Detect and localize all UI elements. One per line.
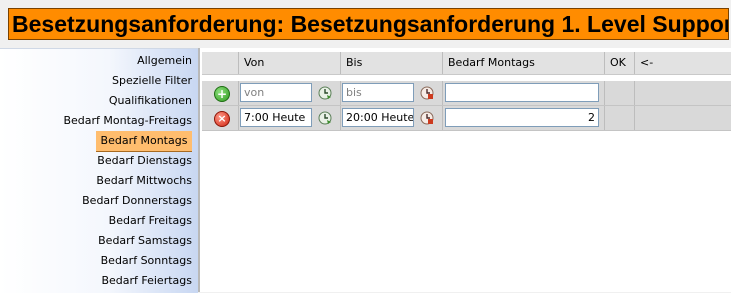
sidebar-item-bedarf-dienstags[interactable]: Bedarf Dienstags bbox=[97, 151, 192, 171]
sidebar-item-spezielle-filter[interactable]: Spezielle Filter bbox=[112, 71, 192, 91]
title-bar: Besetzungsanforderung: Besetzungsanforde… bbox=[0, 0, 731, 48]
von-input[interactable]: von bbox=[240, 83, 312, 102]
add-circle-icon[interactable]: + bbox=[214, 86, 230, 102]
sidebar-item-bedarf-feiertags[interactable]: Bedarf Feiertags bbox=[101, 271, 192, 291]
sidebar-item-allgemein[interactable]: Allgemein bbox=[137, 51, 192, 71]
sidebar-item-bedarf-freitags[interactable]: Bedarf Freitags bbox=[109, 211, 192, 231]
new-entry-row: + von bis bbox=[202, 81, 731, 106]
grid-header: Von Bis Bedarf Montags OK <- bbox=[202, 52, 731, 75]
header-bis[interactable]: Bis bbox=[340, 52, 442, 74]
window-title: Besetzungsanforderung: Besetzungsanforde… bbox=[8, 8, 729, 40]
delete-circle-icon[interactable]: × bbox=[214, 111, 230, 127]
clock-picker-icon[interactable] bbox=[420, 86, 434, 100]
header-back[interactable]: <- bbox=[634, 52, 731, 74]
clock-picker-icon[interactable] bbox=[318, 111, 332, 125]
sidebar-item-bedarf-mittwochs[interactable]: Bedarf Mittwochs bbox=[96, 171, 192, 191]
header-ok[interactable]: OK bbox=[604, 52, 634, 74]
grid-panel: Von Bis Bedarf Montags OK <- + von bis ×… bbox=[200, 48, 731, 292]
sidebar-item-bedarf-montag-freitags[interactable]: Bedarf Montag-Freitags bbox=[63, 111, 192, 131]
bedarf-input[interactable] bbox=[445, 83, 599, 102]
header-bedarf-montags[interactable]: Bedarf Montags bbox=[442, 52, 604, 74]
bis-field[interactable]: 20:00 Heute bbox=[342, 108, 414, 127]
header-icon-column bbox=[202, 52, 238, 74]
bis-input[interactable]: bis bbox=[342, 83, 414, 102]
bedarf-field[interactable]: 2 bbox=[445, 108, 599, 127]
header-von[interactable]: Von bbox=[238, 52, 340, 74]
von-field[interactable]: 7:00 Heute bbox=[240, 108, 312, 127]
table-row: × 7:00 Heute 20:00 Heute 2 bbox=[202, 106, 731, 131]
sidebar-item-bedarf-samstags[interactable]: Bedarf Samstags bbox=[98, 231, 192, 251]
sidebar-item-bedarf-donnerstags[interactable]: Bedarf Donnerstags bbox=[82, 191, 192, 211]
clock-picker-icon[interactable] bbox=[420, 111, 434, 125]
sidebar-item-bedarf-montags[interactable]: Bedarf Montags bbox=[96, 131, 192, 152]
clock-picker-icon[interactable] bbox=[318, 86, 332, 100]
sidebar: Allgemein Spezielle Filter Qualifikation… bbox=[0, 48, 198, 293]
sidebar-item-bedarf-sonntags[interactable]: Bedarf Sonntags bbox=[101, 251, 192, 271]
sidebar-item-qualifikationen[interactable]: Qualifikationen bbox=[109, 91, 192, 111]
